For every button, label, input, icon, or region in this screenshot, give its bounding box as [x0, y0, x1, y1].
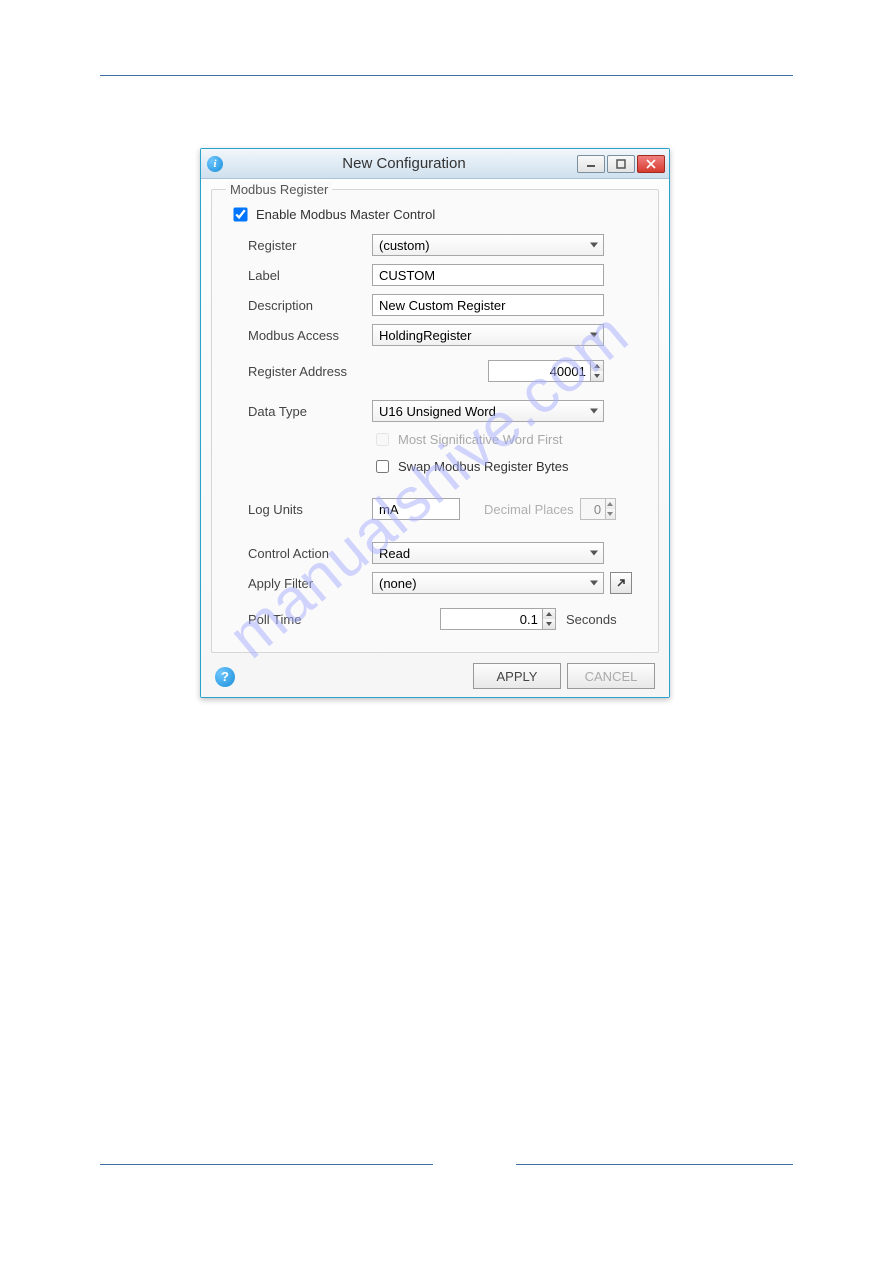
cancel-button: CANCEL: [567, 663, 655, 689]
label-description: Description: [248, 298, 372, 313]
row-log-units: Log Units Decimal Places: [248, 498, 646, 520]
control-action-select[interactable]: Read: [372, 542, 604, 564]
poll-time-spinner[interactable]: [440, 608, 556, 630]
label-input[interactable]: [372, 264, 604, 286]
label-register-address: Register Address: [248, 364, 372, 379]
form-rows: Register (custom) Label: [248, 234, 646, 630]
row-register-address: Register Address: [248, 360, 646, 382]
info-icon: i: [207, 156, 223, 172]
titlebar: i New Configuration: [201, 149, 669, 179]
msw-first-checkbox: [376, 433, 389, 446]
decimal-places-spinner: [580, 498, 616, 520]
label-register: Register: [248, 238, 372, 253]
swap-bytes-label: Swap Modbus Register Bytes: [398, 459, 569, 474]
poll-time-unit: Seconds: [566, 612, 617, 627]
row-control-action: Control Action Read: [248, 542, 646, 564]
apply-filter-select[interactable]: (none): [372, 572, 604, 594]
label-poll-time: Poll Time: [248, 612, 372, 627]
label-label: Label: [248, 268, 372, 283]
open-filter-button[interactable]: [610, 572, 632, 594]
row-swap-bytes: Swap Modbus Register Bytes: [372, 457, 646, 476]
label-apply-filter: Apply Filter: [248, 576, 372, 591]
row-register: Register (custom): [248, 234, 646, 256]
log-units-input[interactable]: [372, 498, 460, 520]
spinner-down-icon[interactable]: [591, 371, 603, 381]
msw-first-label: Most Significative Word First: [398, 432, 562, 447]
enable-master-label: Enable Modbus Master Control: [256, 207, 435, 222]
page-top-rule: [100, 75, 793, 76]
spinner-down-icon[interactable]: [543, 619, 555, 629]
window-buttons: [577, 155, 665, 173]
new-configuration-dialog: i New Configuration Modbus Register Enab…: [200, 148, 670, 698]
row-data-type: Data Type U16 Unsigned Word: [248, 400, 646, 422]
decimal-places-input: [580, 498, 605, 520]
label-log-units: Log Units: [248, 502, 372, 517]
data-type-select[interactable]: U16 Unsigned Word: [372, 400, 604, 422]
description-input[interactable]: [372, 294, 604, 316]
spinner-up-icon: [606, 499, 615, 509]
close-button[interactable]: [637, 155, 665, 173]
row-label: Label: [248, 264, 646, 286]
row-description: Description: [248, 294, 646, 316]
swap-bytes-checkbox[interactable]: [376, 460, 389, 473]
register-address-input[interactable]: [488, 360, 590, 382]
register-address-spinner[interactable]: [488, 360, 604, 382]
spinner-down-icon: [606, 509, 615, 519]
row-poll-time: Poll Time Seconds: [248, 608, 646, 630]
row-msw-first: Most Significative Word First: [372, 430, 646, 449]
label-control-action: Control Action: [248, 546, 372, 561]
poll-time-input[interactable]: [440, 608, 542, 630]
apply-button[interactable]: APPLY: [473, 663, 561, 689]
help-button[interactable]: ?: [215, 667, 235, 687]
modbus-access-select[interactable]: HoldingRegister: [372, 324, 604, 346]
enable-master-row: Enable Modbus Master Control: [230, 205, 646, 224]
dialog-body: Modbus Register Enable Modbus Master Con…: [201, 179, 669, 697]
page-bottom-rule: [100, 1164, 793, 1165]
label-data-type: Data Type: [248, 404, 372, 419]
row-modbus-access: Modbus Access HoldingRegister: [248, 324, 646, 346]
row-apply-filter: Apply Filter (none): [248, 572, 646, 594]
register-select[interactable]: (custom): [372, 234, 604, 256]
minimize-button[interactable]: [577, 155, 605, 173]
maximize-button[interactable]: [607, 155, 635, 173]
group-legend: Modbus Register: [226, 182, 332, 197]
label-modbus-access: Modbus Access: [248, 328, 372, 343]
dialog-footer: ? APPLY CANCEL: [211, 661, 659, 689]
enable-master-checkbox[interactable]: [233, 207, 247, 221]
modbus-register-group: Modbus Register Enable Modbus Master Con…: [211, 189, 659, 653]
spinner-up-icon[interactable]: [543, 609, 555, 619]
spinner-up-icon[interactable]: [591, 361, 603, 371]
label-decimal-places: Decimal Places: [484, 502, 574, 517]
window-title: New Configuration: [231, 155, 577, 172]
